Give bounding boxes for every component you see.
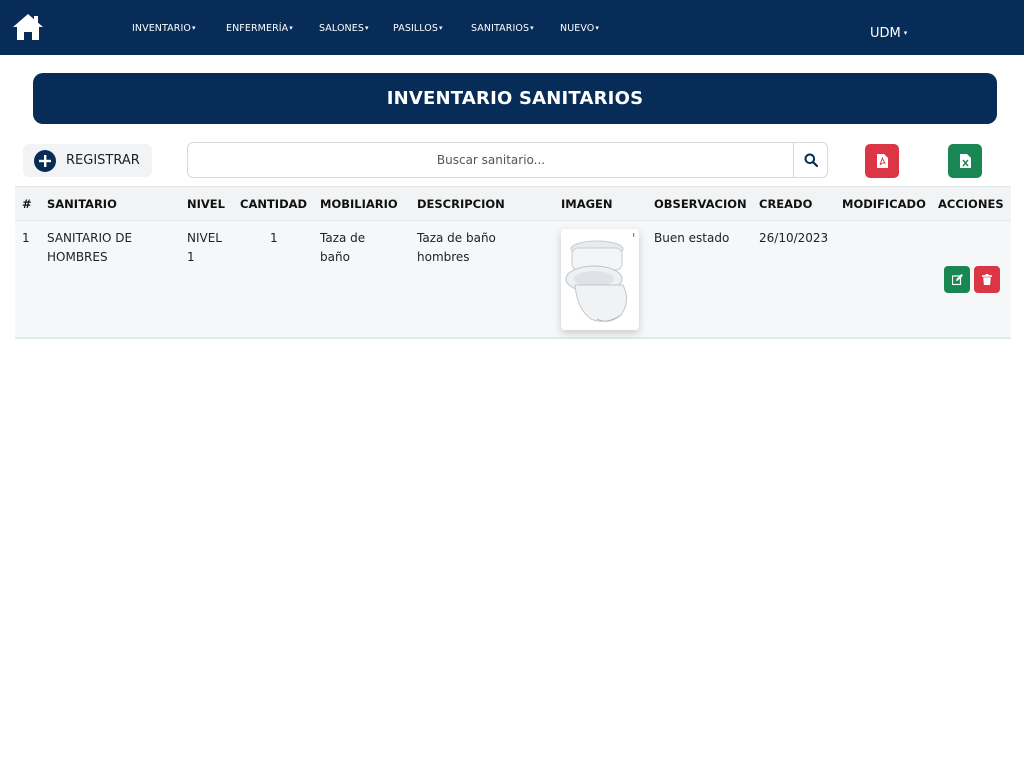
register-label: REGISTRAR — [66, 153, 140, 168]
search-input[interactable] — [188, 143, 794, 177]
export-pdf-button[interactable] — [865, 144, 899, 178]
col-header[interactable]: CANTIDAD — [240, 197, 307, 211]
cell-sanitario: SANITARIO DE HOMBRES — [47, 231, 133, 264]
chevron-down-icon: ▾ — [191, 24, 196, 32]
nav-nuevo[interactable]: NUEVO▾ — [560, 23, 599, 34]
col-header[interactable]: # — [22, 197, 32, 211]
cell-observacion: Buen estado — [654, 231, 730, 245]
chevron-down-icon: ▾ — [595, 24, 599, 32]
toilet-image[interactable] — [561, 229, 639, 330]
export-excel-button[interactable] — [948, 144, 982, 178]
col-header[interactable]: MOBILIARIO — [320, 197, 398, 211]
chevron-down-icon: ▾ — [439, 24, 443, 32]
file-pdf-icon — [876, 154, 888, 168]
nav-sanitarios[interactable]: SANITARIOS▾ — [471, 23, 534, 34]
col-header[interactable]: CREADO — [759, 197, 812, 211]
nav-enfermeria[interactable]: ENFERMERÍA▾ — [226, 23, 293, 34]
trash-icon — [982, 274, 992, 285]
search-icon — [804, 153, 818, 167]
nav-label: INVENTARIO — [132, 23, 191, 34]
page-title: INVENTARIO SANITARIOS — [386, 88, 644, 109]
home-icon[interactable] — [12, 13, 44, 41]
chevron-down-icon: ▾ — [364, 24, 369, 32]
chevron-down-icon: ▾ — [530, 24, 534, 32]
col-header[interactable]: NIVEL — [187, 197, 225, 211]
cell-nivel: NIVEL 1 — [187, 231, 222, 264]
register-button[interactable]: REGISTRAR — [23, 144, 152, 177]
col-header[interactable]: SANITARIO — [47, 197, 117, 211]
nav-label: PASILLOS — [393, 23, 439, 34]
cell-descripcion: Taza de baño hombres — [417, 231, 496, 264]
cell-mobiliario: Taza de baño — [320, 231, 366, 264]
col-header[interactable]: IMAGEN — [561, 197, 613, 211]
chevron-down-icon: ▾ — [289, 24, 293, 32]
nav-pasillos[interactable]: PASILLOS▾ — [393, 23, 443, 34]
edit-icon — [951, 274, 963, 285]
edit-button[interactable] — [944, 266, 970, 293]
file-excel-icon — [959, 154, 971, 168]
table-header: # SANITARIO NIVEL CANTIDAD MOBILIARIO DE… — [15, 186, 1011, 221]
table-row: 1 SANITARIO DE HOMBRES NIVEL 1 1 Taza de… — [15, 221, 1011, 339]
title-banner: INVENTARIO SANITARIOS — [33, 73, 997, 124]
nav-label: SALONES — [319, 23, 364, 34]
nav-inventario[interactable]: INVENTARIO▾ — [132, 23, 196, 34]
cell-cantidad: 1 — [270, 231, 278, 245]
delete-button[interactable] — [974, 266, 1000, 293]
cell-creado: 26/10/2023 — [759, 231, 829, 245]
plus-circle-icon — [34, 149, 56, 172]
cell-id: 1 — [22, 231, 30, 245]
col-header[interactable]: OBSERVACION — [654, 197, 747, 211]
nav-salones[interactable]: SALONES▾ — [319, 23, 369, 34]
col-header[interactable]: MODIFICADO — [842, 197, 926, 211]
search-button[interactable] — [793, 143, 827, 177]
nav-label: SANITARIOS — [471, 23, 530, 34]
col-header[interactable]: ACCIONES — [938, 197, 1004, 211]
search-box — [187, 142, 828, 178]
col-header[interactable]: DESCRIPCION — [417, 197, 505, 211]
chevron-down-icon: ▾ — [903, 29, 908, 37]
nav-label: ENFERMERÍA — [226, 23, 289, 34]
user-menu-label: UDM — [870, 26, 901, 41]
nav-label: NUEVO — [560, 23, 595, 34]
user-menu[interactable]: UDM ▾ — [870, 26, 907, 41]
top-navbar: INVENTARIO▾ ENFERMERÍA▾ SALONES▾ PASILLO… — [0, 0, 1024, 55]
